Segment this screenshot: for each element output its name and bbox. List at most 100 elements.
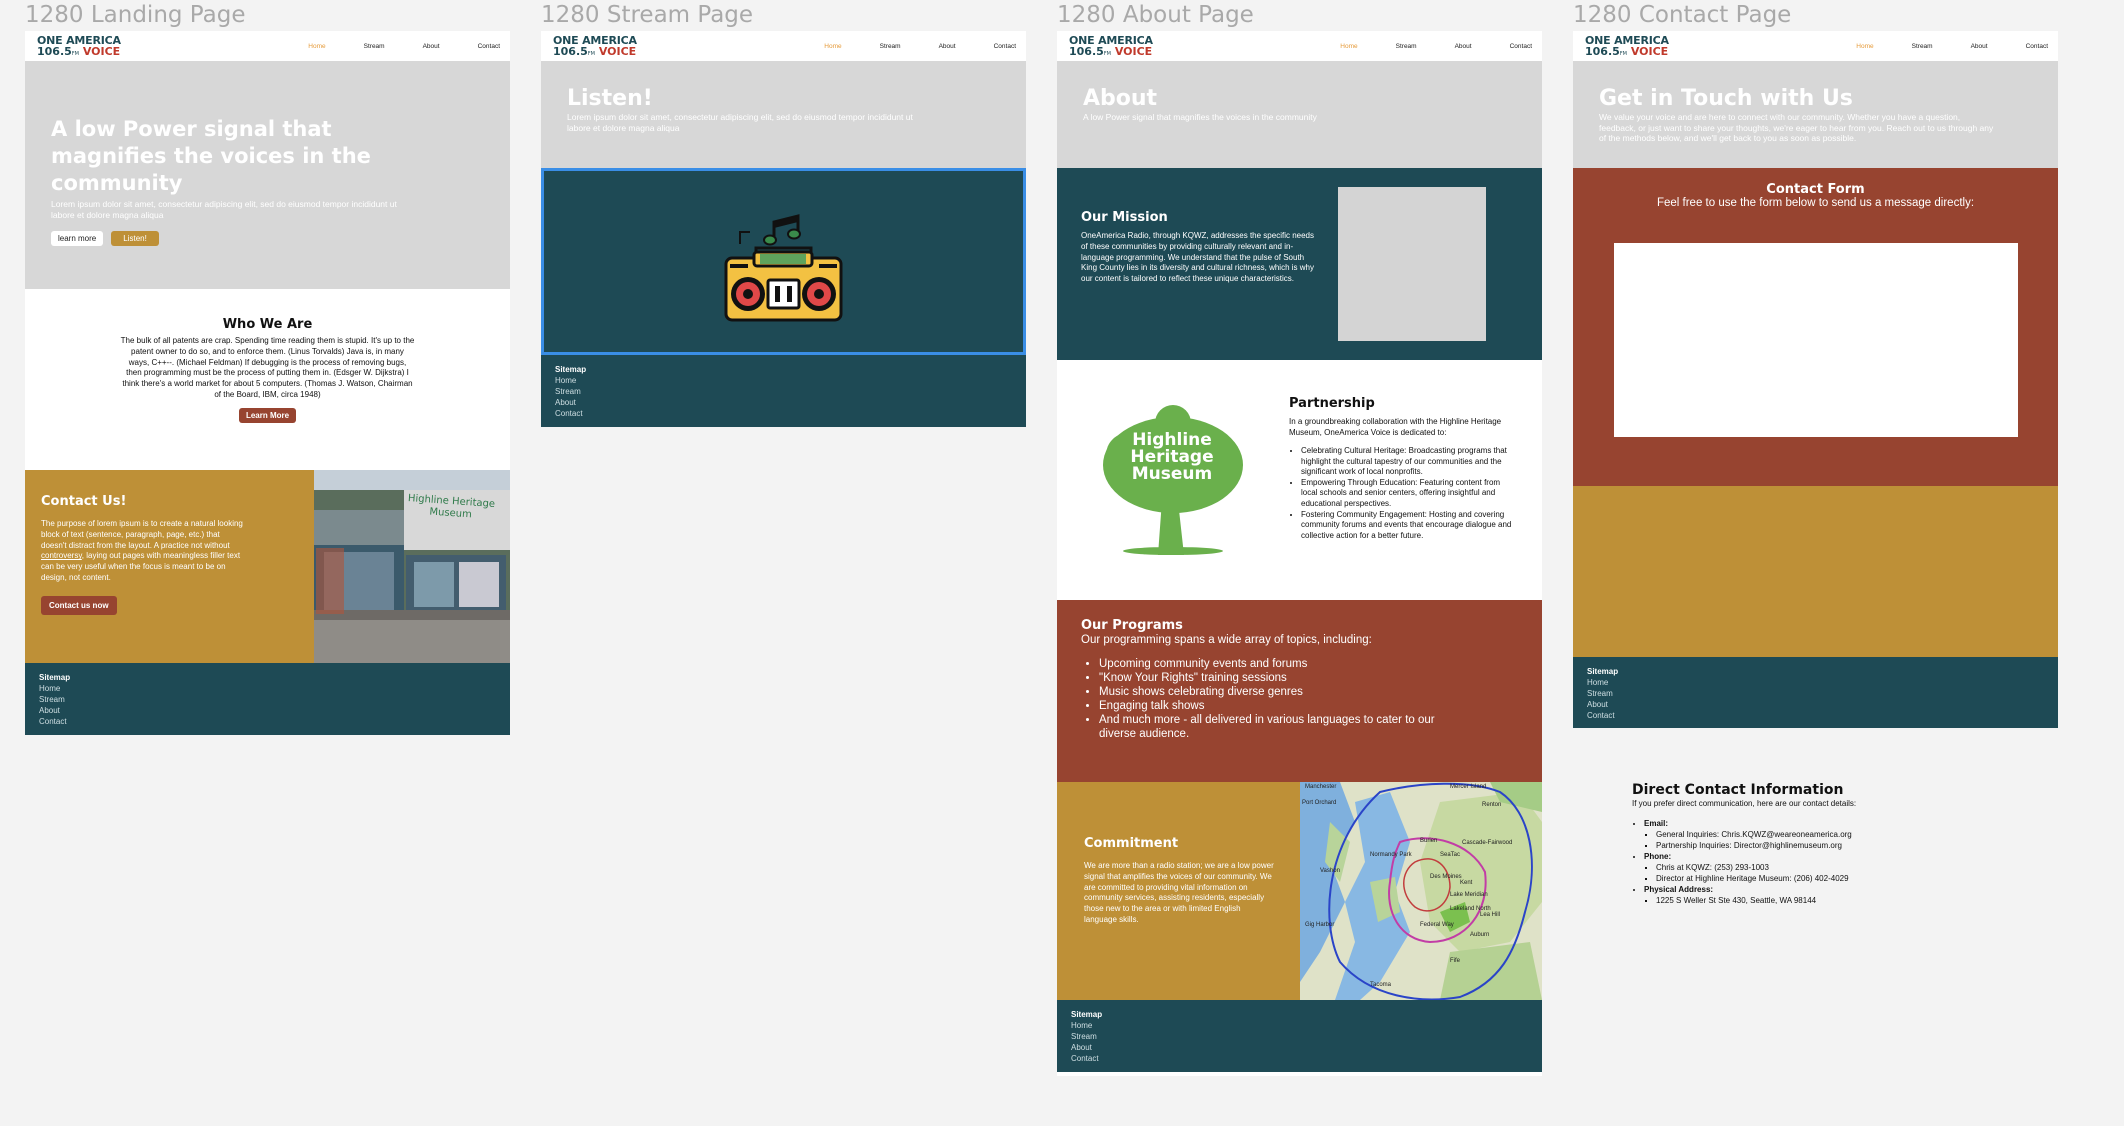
footer-link-home[interactable]: Home — [39, 683, 496, 694]
map-place-label: Normandy Park — [1370, 852, 1412, 858]
mission-text: OneAmerica Radio, through KQWZ, addresse… — [1081, 231, 1314, 284]
footer-link-stream[interactable]: Stream — [555, 386, 1012, 397]
learn-more-button[interactable]: learn more — [51, 231, 104, 246]
map-place-label: Lake Meridian — [1450, 892, 1488, 898]
footer-link-about[interactable]: About — [1587, 699, 2044, 710]
nav-home[interactable]: Home — [824, 43, 841, 50]
who-we-are-title: Who We Are — [222, 317, 313, 332]
landing-page-frame: ONE AMERICA 106.5FM VOICE Home Stream Ab… — [25, 31, 510, 735]
map-place-label: Des Moines — [1430, 874, 1462, 880]
programs-list-item: And much more - all delivered in various… — [1099, 713, 1461, 741]
coverage-map: Manchester Port Orchard Mercer Island Rento… — [1300, 782, 1542, 1000]
footer-link-contact[interactable]: Contact — [39, 716, 496, 727]
map-place-label: Vashon — [1320, 868, 1340, 874]
map-place-label: Renton — [1482, 802, 1502, 808]
frame-title-landing: 1280 Landing Page — [25, 2, 246, 28]
footer-link-home[interactable]: Home — [555, 375, 1012, 386]
nav-home[interactable]: Home — [1856, 43, 1873, 50]
boombox-icon[interactable] — [716, 202, 851, 322]
map-place-label: Federal Way — [1420, 922, 1454, 928]
direct-contact-title: Direct Contact Information — [1632, 782, 1844, 798]
about-page-frame: ONE AMERICA 106.5FM VOICE Home Stream Ab… — [1057, 31, 1542, 1076]
footer-link-home[interactable]: Home — [1587, 677, 2044, 688]
contact-page-frame: ONE AMERICA 106.5FM VOICE Home Stream Ab… — [1573, 31, 2058, 728]
controversy-link[interactable]: controversy — [41, 551, 82, 560]
nav-bar: ONE AMERICA 106.5FM VOICE Home Stream Ab… — [541, 31, 1026, 61]
programs-title: Our Programs — [1081, 618, 1183, 633]
nav-about[interactable]: About — [1455, 43, 1472, 50]
hero-subtitle: Lorem ipsum dolor sit amet, consectetur … — [51, 199, 397, 220]
partnership-title: Partnership — [1289, 396, 1375, 411]
map-place-label: Port Orchard — [1302, 800, 1337, 806]
nav-stream[interactable]: Stream — [1912, 43, 1933, 50]
map-place-label: Auburn — [1470, 932, 1490, 938]
programs-section: Our Programs Our programming spans a wid… — [1057, 600, 1542, 782]
partnership-list-item: Fostering Community Engagement: Hosting … — [1301, 510, 1514, 542]
commitment-section: Commitment We are more than a radio stat… — [1057, 782, 1542, 1000]
contact-us-now-button[interactable]: Contact us now — [41, 595, 117, 615]
who-learn-more-button[interactable]: Learn More — [238, 407, 297, 423]
footer-link-about[interactable]: About — [1071, 1042, 1528, 1053]
nav-stream[interactable]: Stream — [364, 43, 385, 50]
gold-section — [1573, 486, 2058, 657]
nav-about[interactable]: About — [1971, 43, 1988, 50]
nav-stream[interactable]: Stream — [1396, 43, 1417, 50]
address-item: 1225 S Weller St Ste 430, Seattle, WA 98… — [1656, 895, 1932, 906]
site-logo[interactable]: ONE AMERICA 106.5FM VOICE — [1069, 35, 1169, 59]
site-logo[interactable]: ONE AMERICA 106.5FM VOICE — [1585, 35, 1685, 59]
map-place-label: Lea Hill — [1480, 912, 1501, 918]
site-logo[interactable]: ONE AMERICA 106.5FM VOICE — [553, 35, 653, 59]
partnership-list-item: Empowering Through Education: Featuring … — [1301, 478, 1514, 510]
contact-form-embed[interactable] — [1613, 243, 2018, 437]
footer-link-home[interactable]: Home — [1071, 1020, 1528, 1031]
footer-link-stream[interactable]: Stream — [39, 694, 496, 705]
map-place-label: Tacoma — [1370, 982, 1392, 988]
footer-heading: Sitemap — [39, 673, 71, 682]
commitment-title: Commitment — [1084, 836, 1179, 851]
footer-link-contact[interactable]: Contact — [1071, 1053, 1528, 1064]
footer-link-stream[interactable]: Stream — [1071, 1031, 1528, 1042]
nav-contact[interactable]: Contact — [2026, 43, 2048, 50]
map-place-label: Mercer Island — [1450, 784, 1487, 790]
footer-link-about[interactable]: About — [39, 705, 496, 716]
programs-list-item: Engaging talk shows — [1099, 699, 1461, 713]
partnership-list: Celebrating Cultural Heritage: Broadcast… — [1289, 446, 1514, 541]
nav-about[interactable]: About — [939, 43, 956, 50]
hero-subtitle: Lorem ipsum dolor sit amet, consectetur … — [567, 112, 913, 133]
direct-contact-intro: If you prefer direct communication, here… — [1632, 799, 1857, 808]
nav-contact[interactable]: Contact — [478, 43, 500, 50]
phone-label: Phone — [1644, 852, 1669, 861]
nav-about[interactable]: About — [423, 43, 440, 50]
site-logo[interactable]: ONE AMERICA 106.5FM VOICE — [37, 35, 137, 59]
footer-heading: Sitemap — [1587, 667, 1619, 676]
stream-player-section[interactable] — [541, 168, 1026, 355]
listen-button[interactable]: Listen! — [111, 231, 159, 246]
partnership-intro: In a groundbreaking collaboration with t… — [1289, 417, 1502, 437]
contact-us-section: Contact Us! The purpose of lorem ipsum i… — [25, 470, 510, 663]
nav-home[interactable]: Home — [1340, 43, 1357, 50]
footer-heading: Sitemap — [1071, 1010, 1103, 1019]
nav-contact[interactable]: Contact — [1510, 43, 1532, 50]
hero-section: About A low Power signal that magnifies … — [1057, 61, 1542, 168]
footer-link-about[interactable]: About — [555, 397, 1012, 408]
contact-form-title: Contact Form — [1766, 182, 1865, 197]
programs-intro: Our programming spans a wide array of to… — [1081, 634, 1372, 646]
footer-link-stream[interactable]: Stream — [1587, 688, 2044, 699]
map-place-label: Gig Harbor — [1305, 922, 1335, 928]
map-place-label: Kent — [1460, 880, 1473, 886]
nav-contact[interactable]: Contact — [994, 43, 1016, 50]
hero-title: Listen! — [567, 86, 653, 111]
frame-title-stream: 1280 Stream Page — [541, 2, 754, 28]
nav-stream[interactable]: Stream — [880, 43, 901, 50]
footer-link-contact[interactable]: Contact — [1587, 710, 2044, 721]
hero-subtitle: A low Power signal that magnifies the vo… — [1083, 112, 1317, 122]
nav-home[interactable]: Home — [308, 43, 325, 50]
contact-us-title: Contact Us! — [41, 494, 127, 509]
map-place-label: Manchester — [1305, 784, 1337, 790]
footer: Sitemap Home Stream About Contact — [541, 355, 1026, 427]
direct-contact-info: Direct Contact Information If you prefer… — [1632, 782, 1932, 906]
footer-link-contact[interactable]: Contact — [555, 408, 1012, 419]
footer-heading: Sitemap — [555, 365, 587, 374]
hero-title: Get in Touch with Us — [1599, 86, 1853, 111]
map-place-label: Cascade-Fairwood — [1462, 840, 1513, 846]
